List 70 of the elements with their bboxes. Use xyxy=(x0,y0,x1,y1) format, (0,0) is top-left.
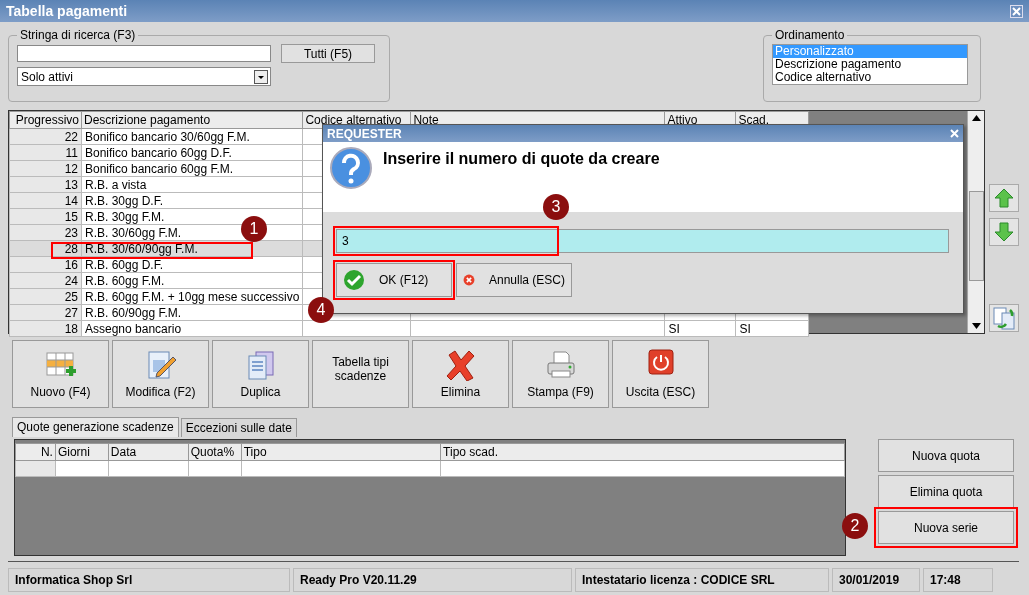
group-label: Ordinamento xyxy=(774,28,846,42)
table-cell: Bonifico bancario 30/60gg F.M. xyxy=(81,128,303,145)
table-cell: Bonifico bancario 60gg F.M. xyxy=(81,160,303,177)
refresh-documents-icon xyxy=(992,306,1016,330)
column-header[interactable]: Descrizione pagamento xyxy=(81,111,303,129)
action-button[interactable]: Nuova quota xyxy=(878,439,1014,472)
table-cell: R.B. 30gg D.F. xyxy=(81,192,303,209)
close-button[interactable] xyxy=(1010,4,1023,18)
action-button[interactable]: Elimina quota xyxy=(878,475,1014,508)
close-icon[interactable] xyxy=(950,129,959,138)
column-header[interactable]: N. xyxy=(15,443,56,461)
scroll-up-icon[interactable] xyxy=(971,115,981,121)
check-icon xyxy=(343,269,365,291)
window-title: Tabella pagamenti xyxy=(6,3,128,19)
column-header[interactable]: Tipo scad. xyxy=(440,443,845,461)
refresh-button[interactable] xyxy=(989,304,1019,332)
list-item[interactable]: Codice alternativo xyxy=(773,71,967,84)
table-cell: R.B. 60gg F.M. + 10gg mese successivo xyxy=(81,288,303,305)
table-cell: R.B. 60gg F.M. xyxy=(81,272,303,289)
status-field: Ready Pro V20.11.29 xyxy=(293,568,572,592)
column-header[interactable]: Giorni xyxy=(55,443,109,461)
status-field: Informatica Shop Srl xyxy=(8,568,290,592)
tab[interactable]: Quote generazione scadenze xyxy=(12,417,179,437)
dialog-button[interactable]: OK (F12) xyxy=(336,263,452,297)
list-item[interactable]: Descrizione pagamento xyxy=(773,58,967,71)
toolbar-button[interactable]: Elimina xyxy=(412,340,509,408)
table-cell: SI xyxy=(735,320,809,337)
table-cell: R.B. a vista xyxy=(81,176,303,193)
printer-icon xyxy=(544,349,577,381)
step-badge: 2 xyxy=(842,513,868,539)
status-field: 17:48 xyxy=(923,568,993,592)
column-header[interactable]: Data xyxy=(108,443,189,461)
down-arrow-icon xyxy=(994,222,1014,242)
table-cell: SI xyxy=(664,320,736,337)
table-cell: Assegno bancario xyxy=(81,320,303,337)
question-icon xyxy=(329,146,373,190)
toolbar-button[interactable]: Tabella tipi scadenze xyxy=(312,340,409,408)
table-cell: R.B. 60gg D.F. xyxy=(81,256,303,273)
toolbar-button[interactable]: Modifica (F2) xyxy=(112,340,209,408)
column-header[interactable]: Progressivo xyxy=(9,111,82,129)
dropdown-icon xyxy=(254,69,268,84)
up-arrow-icon xyxy=(994,188,1014,208)
table-row[interactable]: 18 Assegno bancario SI SI xyxy=(9,320,809,337)
move-down-button[interactable] xyxy=(989,218,1019,246)
move-up-button[interactable] xyxy=(989,184,1019,212)
group-label: Stringa di ricerca (F3) xyxy=(19,28,137,42)
column-header[interactable]: Tipo xyxy=(241,443,441,461)
toolbar-button[interactable]: Stampa (F9) xyxy=(512,340,609,408)
column-header[interactable]: Quota% xyxy=(188,443,242,461)
table-cell: R.B. 60/90gg F.M. xyxy=(81,304,303,321)
dialog-title: REQUESTER xyxy=(327,126,402,141)
delete-x-icon xyxy=(444,349,477,381)
all-button[interactable]: Tutti (F5) xyxy=(281,44,375,63)
status-field: Intestatario licenza : CODICE SRL xyxy=(575,568,829,592)
tab[interactable]: Eccezioni sulle date xyxy=(180,418,297,437)
table-cell: Bonifico bancario 60gg D.F. xyxy=(81,144,303,161)
action-button[interactable]: Nuova serie xyxy=(878,511,1014,544)
toolbar-button[interactable]: Duplica xyxy=(212,340,309,408)
toolbar-button[interactable]: Nuovo (F4) xyxy=(12,340,109,408)
toolbar-button[interactable]: Uscita (ESC) xyxy=(612,340,709,408)
dialog-message: Inserire il numero di quote da creare xyxy=(383,150,660,168)
search-field[interactable] xyxy=(17,45,271,62)
power-icon xyxy=(647,349,674,375)
scroll-down-icon[interactable] xyxy=(971,323,981,329)
step-badge: 3 xyxy=(543,194,569,220)
quantity-field[interactable]: 3 xyxy=(336,229,949,253)
status-field: 30/01/2019 xyxy=(832,568,920,592)
scrollbar[interactable] xyxy=(967,111,984,333)
dialog-button[interactable]: Annulla (ESC) xyxy=(456,263,572,297)
filter-dropdown[interactable]: Solo attivi xyxy=(17,67,271,86)
